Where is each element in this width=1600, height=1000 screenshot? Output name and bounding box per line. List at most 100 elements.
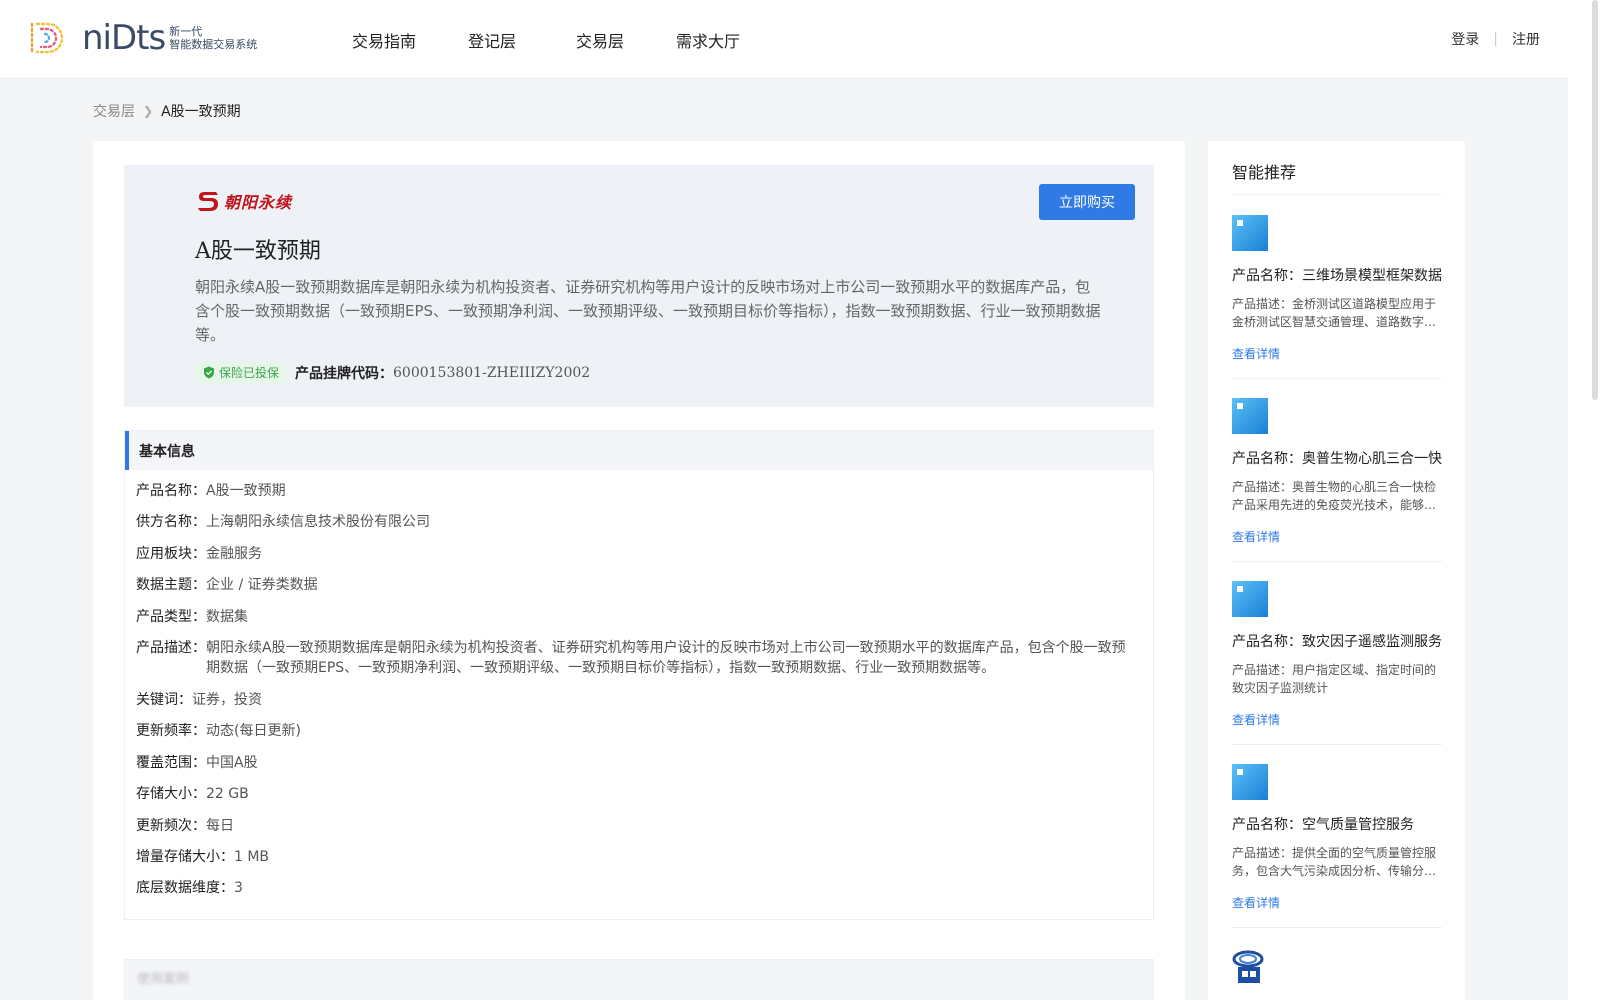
logo-subtitle-line-2: 智能数据交易系统: [169, 38, 258, 51]
info-key: 覆盖范围：: [136, 754, 206, 771]
info-value: 金融服务: [206, 545, 262, 562]
top-header: niDts 新一代 智能数据交易系统 交易指南 登记层 交易层 需求大厅 登录 …: [0, 0, 1568, 79]
info-row: 增量存储大小： 1 MB: [136, 847, 1153, 878]
info-key: 增量存储大小：: [136, 848, 234, 865]
logo-wordmark: niDts: [82, 18, 166, 58]
info-row: 供方名称： 上海朝阳永续信息技术股份有限公司: [136, 512, 1153, 543]
view-details-link[interactable]: 查看详情: [1232, 345, 1442, 362]
recommendation-description: 产品描述：提供全面的空气质量管控服务，包含大气污染成因分析、传输分…: [1232, 846, 1437, 878]
info-row: 产品类型： 数据集: [136, 607, 1153, 638]
view-details-link[interactable]: 查看详情: [1232, 711, 1442, 728]
product-hero: 朝阳永续 立即购买 A股一致预期 朝阳永续A股一致预期数据库是朝阳永续为机构投资…: [124, 165, 1154, 407]
recommendation-divider: [1232, 561, 1442, 562]
buy-now-button[interactable]: 立即购买: [1039, 184, 1135, 220]
info-key: 更新频率：: [136, 723, 206, 740]
recommendation-item[interactable]: 产品名称：空气质量管控服务产品描述：提供全面的空气质量管控服务，包含大气污染成因…: [1232, 764, 1442, 911]
info-key: 应用板块：: [136, 545, 206, 562]
breadcrumb-current: A股一致预期: [161, 104, 241, 120]
logo-subtitle: 新一代 智能数据交易系统: [169, 25, 257, 51]
info-value: 朝阳永续A股一致预期数据库是朝阳永续为机构投资者、证券研究机构等用户设计的反映市…: [206, 639, 1126, 676]
info-key: 产品类型：: [136, 608, 206, 625]
view-details-link[interactable]: 查看详情: [1232, 894, 1442, 911]
brand-name: 朝阳永续: [224, 193, 293, 212]
product-tags: 保险已投保 产品挂牌代码： 6000153801-ZHEIIIZY2002: [195, 361, 590, 384]
info-value: 证券，投资: [192, 691, 262, 708]
info-row: 数据主题： 企业 / 证券类数据: [136, 575, 1153, 606]
listing-code-value: 6000153801-ZHEIIIZY2002: [393, 364, 591, 381]
login-link[interactable]: 登录: [1451, 29, 1479, 49]
info-value: 3: [234, 880, 243, 897]
brand-mark-icon: [198, 192, 218, 211]
insured-badge-label: 保险已投保: [219, 366, 280, 380]
shield-check-icon: [204, 366, 214, 379]
info-value: 动态(每日更新): [206, 723, 301, 740]
info-value: 中国A股: [206, 754, 258, 771]
nav-demand-hall[interactable]: 需求大厅: [676, 28, 740, 52]
recommendation-description: 产品描述：金桥测试区道路模型应用于金桥测试区智慧交通管理、道路数字…: [1232, 297, 1437, 329]
info-value: 每日: [206, 817, 234, 834]
nav-trade-guide[interactable]: 交易指南: [352, 28, 416, 52]
recommendation-thumbnail[interactable]: [1232, 764, 1268, 800]
recommendation-name[interactable]: 产品名称：三维场景模型框架数据: [1232, 265, 1442, 285]
chevron-right-icon: ❯: [143, 104, 154, 118]
recommendation-name[interactable]: 产品名称：空气质量管控服务: [1232, 814, 1442, 834]
main-nav: 交易指南 登记层 交易层 需求大厅: [352, 0, 792, 79]
info-key: 存储大小：: [136, 786, 206, 803]
breadcrumb-trading-layer[interactable]: 交易层: [93, 101, 135, 121]
info-key: 产品名称：: [136, 483, 206, 499]
info-row: 底层数据维度： 3: [136, 878, 1153, 909]
recommendation-divider: [1232, 927, 1442, 928]
product-detail-card: 朝阳永续 立即购买 A股一致预期 朝阳永续A股一致预期数据库是朝阳永续为机构投资…: [93, 141, 1185, 1000]
info-row: 应用板块： 金融服务: [136, 544, 1153, 575]
auth-divider: |: [1493, 31, 1498, 47]
register-link[interactable]: 注册: [1512, 29, 1540, 49]
recommendation-sidebar: 智能推荐 产品名称：三维场景模型框架数据 产品描述：金桥测试区道路模型应用于金桥测…: [1208, 141, 1465, 1000]
basic-info-list: 产品名称： A股一致预期 供方名称： 上海朝阳永续信息技术股份有限公司 应用板块： 金融服…: [125, 470, 1153, 910]
info-row: 覆盖范围： 中国A股: [136, 753, 1153, 784]
recommendation-thumbnail[interactable]: [1232, 215, 1268, 251]
nav-registration-layer[interactable]: 登记层: [468, 28, 516, 52]
scrollbar-thumb[interactable]: [1592, 0, 1598, 400]
recommendation-description: 产品描述：用户指定区域、指定时间的致灾因子监测统计: [1232, 663, 1437, 695]
logo-mark-icon: [30, 22, 64, 54]
recommendation-name[interactable]: 产品名称：致灾因子遥感监测服务: [1232, 631, 1442, 651]
info-key: 底层数据维度：: [136, 880, 234, 897]
product-description: 朝阳永续A股一致预期数据库是朝阳永续为机构投资者、证券研究机构等用户设计的反映市…: [195, 278, 1101, 344]
view-details-link[interactable]: 查看详情: [1232, 528, 1442, 545]
info-value: A股一致预期: [206, 483, 286, 499]
recommendation-name[interactable]: 产品名称：奥普生物心肌三合一快检: [1232, 448, 1442, 468]
info-key: 供方名称：: [136, 514, 206, 531]
next-section-heading: 使用案例: [137, 972, 190, 987]
info-row: 产品名称： A股一致预期: [136, 481, 1153, 512]
recommendation-divider: [1232, 744, 1442, 745]
recommendation-divider: [1232, 378, 1442, 379]
info-value: 22 GB: [206, 786, 249, 803]
recommendation-description: 产品描述：奥普生物的心肌三合一快检产品采用先进的免疫荧光技术，能够…: [1232, 480, 1437, 512]
product-title: A股一致预期: [195, 239, 321, 264]
basic-info-heading: 基本信息: [125, 431, 1153, 470]
brand-logo: 朝阳永续: [196, 189, 292, 213]
basic-info-panel: 基本信息 产品名称： A股一致预期 供方名称： 上海朝阳永续信息技术股份有限公司 应用板…: [124, 430, 1154, 920]
partial-recommendation-icon: [1232, 950, 1264, 983]
info-key: 产品描述：: [136, 639, 206, 656]
recommendation-item[interactable]: 产品名称：致灾因子遥感监测服务产品描述：用户指定区域、指定时间的致灾因子监测统计…: [1232, 581, 1442, 728]
recommendation-thumbnail[interactable]: [1232, 581, 1268, 617]
info-value: 1 MB: [234, 848, 270, 865]
nav-trading-layer[interactable]: 交易层: [576, 28, 624, 52]
info-value: 企业 / 证券类数据: [206, 577, 318, 594]
recommendation-item[interactable]: 产品名称：三维场景模型框架数据产品描述：金桥测试区道路模型应用于金桥测试区智慧交…: [1232, 215, 1442, 362]
info-value: 数据集: [206, 608, 248, 625]
breadcrumb: 交易层 ❯ A股一致预期: [93, 101, 241, 121]
auth-links: 登录 | 注册: [1451, 29, 1540, 49]
page-scrollbar[interactable]: [1568, 0, 1600, 1000]
recommendation-item[interactable]: 产品名称：奥普生物心肌三合一快检产品描述：奥普生物的心肌三合一快检产品采用先进的…: [1232, 398, 1442, 545]
logo-subtitle-line-1: 新一代: [169, 25, 203, 38]
info-row: 产品描述： 朝阳永续A股一致预期数据库是朝阳永续为机构投资者、证券研究机构等用户设…: [136, 638, 1153, 690]
site-logo[interactable]: niDts 新一代 智能数据交易系统: [28, 20, 257, 56]
info-value: 上海朝阳永续信息技术股份有限公司: [206, 514, 430, 531]
sidebar-divider: [1232, 194, 1442, 195]
info-row: 更新频率： 动态(每日更新): [136, 721, 1153, 752]
info-key: 关键词：: [136, 691, 192, 708]
listing-code-label: 产品挂牌代码：: [295, 365, 394, 382]
recommendation-thumbnail[interactable]: [1232, 398, 1268, 434]
